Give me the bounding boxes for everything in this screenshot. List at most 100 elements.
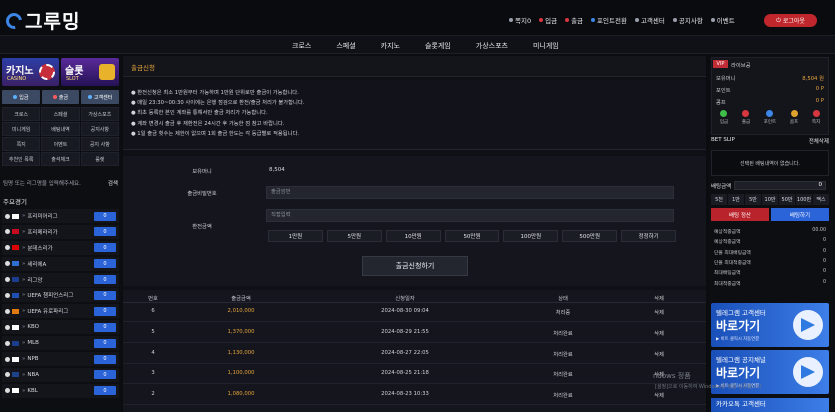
amount-button[interactable]: 50만원 (444, 230, 500, 242)
league-row[interactable]: » 프리메라리가 0 (2, 224, 119, 239)
league-row[interactable]: » 리그앙 0 (2, 272, 119, 287)
bet-chip[interactable]: 맥스 (813, 194, 829, 205)
amount-button[interactable]: 10만원 (385, 230, 441, 242)
username: 라이브공 (731, 63, 751, 69)
league-row[interactable]: » MLB 0 (2, 336, 119, 351)
bet-detail-label: 단폴 최대배팅금액 (714, 250, 751, 256)
flag-icon (12, 277, 19, 283)
table-header-cell: 상태 (558, 296, 568, 302)
top-menu-item[interactable]: 출금 (565, 15, 583, 25)
nav-item[interactable]: 가상스포츠 (476, 41, 508, 51)
quick-tab[interactable]: 고객센터 (81, 90, 120, 104)
top-menu-item[interactable]: 이벤트 (710, 15, 735, 25)
top-menu-label: 공지사항 (678, 17, 703, 25)
left-menu-item[interactable]: 이벤트 (41, 137, 80, 151)
left-menu-item[interactable]: 공지 사항 (80, 137, 119, 151)
site-logo[interactable]: 그루밍 (2, 7, 80, 34)
left-menu-item[interactable]: 배팅내역 (41, 122, 80, 136)
amount-button[interactable]: 100만원 (503, 230, 559, 242)
league-count: 0 (94, 306, 116, 316)
delete-button[interactable]: 삭제 (629, 391, 689, 399)
bet-submit-button[interactable]: 배팅하기 (771, 208, 829, 221)
ball-icon (5, 292, 10, 298)
quick-icon-button[interactable]: 출금 (742, 110, 750, 125)
bet-chip[interactable]: 50만 (779, 194, 795, 205)
amount-button[interactable]: 1만원 (268, 230, 323, 242)
nav-item[interactable]: 크로스 (292, 41, 311, 51)
league-row[interactable]: » KBL 0 (2, 383, 119, 398)
nav-item[interactable]: 카지노 (381, 41, 400, 51)
top-menu-label: 고객센터 (640, 17, 665, 25)
left-menu-item[interactable]: 추천인 목록 (2, 152, 41, 166)
betslip-clear-button[interactable]: 전체삭제 (809, 137, 829, 147)
left-menu-item[interactable]: 가상스포츠 (80, 107, 119, 121)
left-menu-item[interactable]: 출석체크 (41, 152, 80, 166)
nav-item[interactable]: 슬롯게임 (425, 41, 451, 51)
withdraw-submit-button[interactable]: 출금신청하기 (362, 256, 468, 276)
bet-detail-row: 단폴 최대적중금액 0 (714, 259, 826, 266)
quick-icon-button[interactable]: 입금 (720, 110, 728, 125)
casino-banner[interactable]: 카지노 CASINO (2, 58, 59, 86)
bet-chip[interactable]: 100만 (796, 194, 812, 205)
bet-amount-input[interactable]: 0 (734, 181, 826, 190)
amount-input[interactable]: 직접입력 (266, 209, 674, 222)
top-menu-item[interactable]: 공지사항 (672, 15, 703, 25)
league-row[interactable]: » 프리미어리그 0 (2, 209, 119, 223)
league-search-button[interactable]: 검색 (108, 179, 118, 187)
delete-button[interactable]: 삭제 (629, 350, 689, 358)
league-search-input[interactable]: 팀명 또는 리그명을 입력해주세요. (3, 179, 81, 187)
quick-tab[interactable]: 출금 (41, 90, 80, 104)
chevron-right-icon: » (22, 340, 26, 347)
telegram-banner[interactable]: 텔레그램 고객센터 바로가기 ▶ 비트 클릭시 자동연결 (711, 303, 829, 347)
top-menu-item[interactable]: 쪽지0 (509, 15, 531, 25)
top-menu-item[interactable]: 입금 (539, 15, 557, 25)
league-row[interactable]: » UEFA 유로파리그 0 (2, 304, 119, 319)
nav-item[interactable]: 스페셜 (336, 41, 355, 51)
table-cell: 2024-08-25 21:18 (381, 370, 429, 377)
bet-chip[interactable]: 5만 (745, 194, 761, 205)
bet-detail-value: 0 (822, 258, 826, 264)
delete-button[interactable]: 삭제 (629, 308, 689, 316)
amount-button[interactable]: 5만원 (326, 230, 382, 242)
bet-detail-row: 단폴 최대배팅금액 0 (714, 249, 826, 256)
table-cell: 6 (151, 308, 155, 314)
quick-tab[interactable]: 입금 (2, 90, 40, 104)
left-menu-item[interactable]: 스페셜 (41, 107, 80, 121)
delete-button[interactable]: 삭제 (629, 329, 689, 337)
flag-icon (12, 245, 19, 251)
left-menu-item[interactable]: 룰렛 (80, 152, 119, 166)
league-row[interactable]: » NBA 0 (2, 367, 119, 382)
power-icon: ⏻ (776, 16, 781, 24)
ball-icon (5, 213, 10, 219)
slot-banner[interactable]: 슬롯 SLOT (61, 58, 119, 86)
left-menu-item[interactable]: 쪽지 (2, 137, 41, 151)
league-row[interactable]: » NPB 0 (2, 352, 119, 367)
bet-chip[interactable]: 1만 (728, 194, 744, 205)
quick-icon-button[interactable]: 쪽지 (812, 110, 820, 125)
kakao-banner[interactable]: 카카오톡 고객센터 (711, 398, 829, 412)
telegram-plane-icon (793, 310, 823, 340)
amount-button[interactable]: 정정하기 (621, 230, 677, 242)
nav-item[interactable]: 미니게임 (533, 41, 559, 51)
quick-icon-button[interactable]: 포인트 (764, 110, 776, 125)
league-row[interactable]: » KBO 0 (2, 320, 119, 335)
top-menu-item[interactable]: 고객센터 (634, 15, 665, 25)
bet-reset-button[interactable]: 배팅 정산 (711, 208, 769, 221)
bet-chip[interactable]: 10만 (762, 194, 778, 205)
left-menu-item[interactable]: 공지사항 (80, 122, 119, 136)
amount-button[interactable]: 500만원 (562, 230, 618, 242)
league-row[interactable]: » UEFA 챔피언스리그 0 (2, 288, 119, 303)
ball-icon (5, 388, 10, 394)
league-row[interactable]: » 분데스리가 0 (2, 240, 119, 255)
logout-button[interactable]: ⏻ 로그아웃 (764, 14, 817, 27)
quick-icon-label: 쪽지 (811, 120, 821, 125)
top-menu-item[interactable]: 포인트전환 (591, 15, 627, 25)
quick-icon-button[interactable]: 콤프 (790, 110, 798, 125)
password-input[interactable]: 출금암번 (266, 186, 674, 199)
balance-value: 0 P (815, 98, 824, 104)
league-row[interactable]: » 세리에A 0 (2, 256, 119, 271)
left-menu-item[interactable]: 크로스 (2, 107, 41, 121)
bet-detail-value: 00.00 (812, 228, 826, 233)
left-menu-item[interactable]: 미니게임 (2, 122, 41, 136)
bet-chip[interactable]: 5천 (711, 194, 727, 205)
